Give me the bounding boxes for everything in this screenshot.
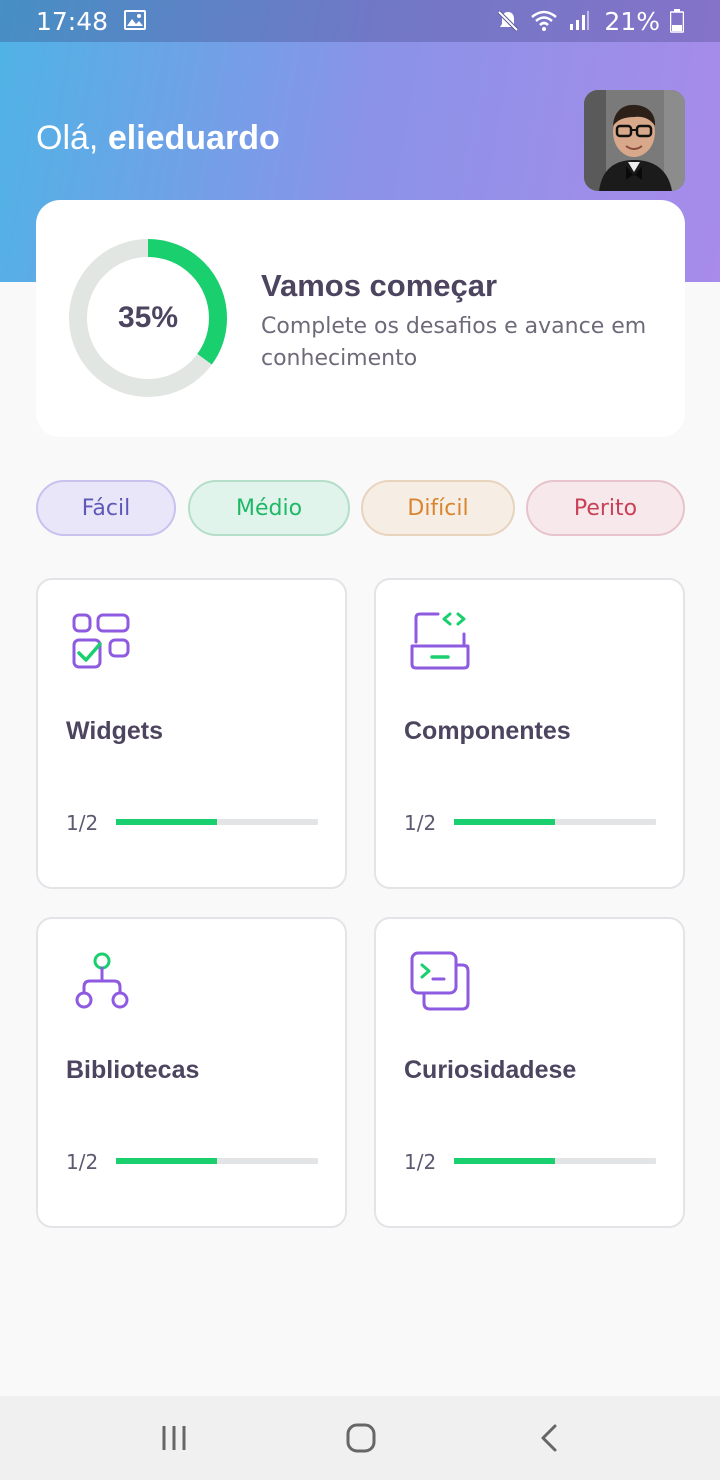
image-icon [124, 7, 147, 36]
progress-percent: 35% [117, 301, 179, 334]
mute-icon [496, 9, 520, 33]
category-title: Curiosidadese [404, 1056, 577, 1084]
category-count: 1/2 [66, 811, 99, 835]
category-progress-track [116, 1158, 318, 1164]
category-progress-fill [116, 819, 217, 825]
category-card-widgets[interactable]: Widgets 1/2 [36, 578, 347, 889]
category-progress-track [454, 1158, 656, 1164]
progress-card-title: Vamos começar [261, 268, 498, 303]
category-card-bibliotecas[interactable]: Bibliotecas 1/2 [36, 917, 347, 1228]
category-progress-fill [116, 1158, 217, 1164]
category-progress-fill [454, 819, 555, 825]
category-count: 1/2 [404, 811, 437, 835]
category-progress-track [454, 819, 656, 825]
status-bar: 17:48 21% [0, 0, 720, 42]
avatar[interactable] [584, 90, 685, 191]
category-card-componentes[interactable]: Componentes 1/2 [374, 578, 685, 889]
category-progress-track [116, 819, 318, 825]
battery-percent: 21% [604, 6, 660, 36]
category-title: Componentes [404, 717, 571, 745]
difficulty-filters: Fácil Médio Difícil Perito [0, 480, 720, 536]
wifi-icon [530, 9, 558, 33]
username: elieduardo [107, 119, 280, 157]
back-icon[interactable] [530, 1418, 570, 1458]
category-card-curiosidadese[interactable]: Curiosidadese 1/2 [374, 917, 685, 1228]
category-title: Widgets [66, 717, 163, 745]
navigation-bar [0, 1396, 720, 1480]
battery-icon [670, 9, 684, 33]
signal-icon [568, 10, 590, 32]
filter-chip-medio[interactable]: Médio [188, 480, 350, 536]
filter-chip-perito[interactable]: Perito [526, 480, 685, 536]
progress-card-subtitle: Complete os desafios e avance em conheci… [261, 314, 647, 371]
status-time: 17:48 [36, 6, 109, 36]
greeting: Olá, elieduardo [36, 119, 280, 158]
category-progress-fill [454, 1158, 555, 1164]
terminal-icon [410, 951, 470, 1011]
greeting-text: Olá, [36, 119, 99, 157]
category-count: 1/2 [404, 1150, 437, 1174]
progress-card: 35% Vamos começar Complete os desafios e… [36, 200, 685, 437]
laptop-code-icon [410, 612, 470, 670]
category-count: 1/2 [66, 1150, 99, 1174]
hierarchy-icon [75, 952, 129, 1009]
filter-chip-facil[interactable]: Fácil [36, 480, 176, 536]
category-title: Bibliotecas [66, 1056, 200, 1084]
recent-apps-icon[interactable] [155, 1418, 195, 1458]
home-icon[interactable] [341, 1418, 381, 1458]
filter-chip-dificil[interactable]: Difícil [361, 480, 515, 536]
widgets-icon [72, 613, 130, 669]
